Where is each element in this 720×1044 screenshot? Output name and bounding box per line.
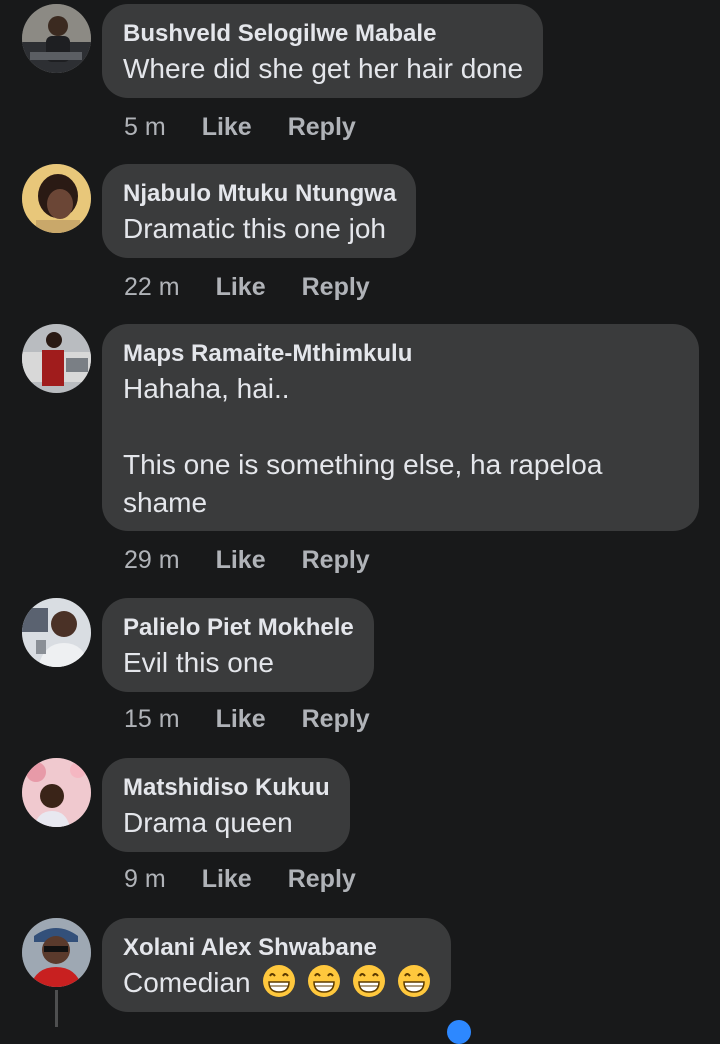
comment-author[interactable]: Palielo Piet Mokhele [123,612,354,644]
reply-button[interactable]: Reply [288,864,356,894]
reply-button[interactable]: Reply [302,272,370,302]
comment-bubble[interactable]: Matshidiso Kukuu Drama queen [102,758,350,852]
comment-timestamp[interactable]: 22 m [124,272,180,302]
avatar-photo-icon [22,918,91,987]
avatar[interactable] [22,164,91,233]
comment-actions: 5 m Like Reply [124,112,356,142]
like-button[interactable]: Like [202,112,252,142]
comment-text-content: Comedian [123,967,251,998]
like-button[interactable]: Like [216,545,266,575]
comment-bubble[interactable]: Palielo Piet Mokhele Evil this one [102,598,374,692]
comment-text: Comedian [123,964,431,1002]
reaction-badge [447,1020,471,1044]
comment-timestamp[interactable]: 5 m [124,112,166,142]
avatar[interactable] [22,758,91,827]
avatar[interactable] [22,598,91,667]
reply-button[interactable]: Reply [302,545,370,575]
comment-timestamp[interactable]: 9 m [124,864,166,894]
avatar-photo-icon [22,598,91,667]
like-button[interactable]: Like [202,864,252,894]
avatar-photo-icon [22,324,91,393]
comment-actions: 9 m Like Reply [124,864,356,894]
comment-timestamp[interactable]: 29 m [124,545,180,575]
comment-text: Evil this one [123,647,274,678]
comment-text: Dramatic this one joh [123,213,387,244]
comment-author[interactable]: Matshidiso Kukuu [123,772,330,804]
avatar-photo-icon [22,758,91,827]
comment-author[interactable]: Njabulo Mtuku Ntungwa [123,178,396,210]
comment-bubble[interactable]: Bushveld Selogilwe Mabale Where did she … [102,4,544,98]
comment-text: Drama queen [123,807,293,838]
comment-author[interactable]: Xolani Alex Shwabane [123,932,431,964]
like-button[interactable]: Like [216,704,266,734]
comment-actions: 15 m Like Reply [124,704,370,734]
reply-button[interactable]: Reply [288,112,356,142]
grinning-face-with-smiling-eyes-icon [307,964,341,998]
comment-text: Where did she get her hair done [123,53,524,84]
comment-author[interactable]: Maps Ramaite-Mthimkulu [123,338,679,370]
avatar[interactable] [22,918,91,987]
grinning-face-with-smiling-eyes-icon [397,964,431,998]
comment-bubble[interactable]: Maps Ramaite-Mthimkulu Hahaha, hai.. Thi… [102,324,699,531]
grinning-face-with-smiling-eyes-icon [352,964,386,998]
comment-author[interactable]: Bushveld Selogilwe Mabale [123,18,523,50]
avatar-photo-icon [22,164,91,233]
reply-thread-line [55,990,58,1027]
comment-actions: 29 m Like Reply [124,545,370,575]
like-button[interactable]: Like [216,272,266,302]
comment-bubble[interactable]: Njabulo Mtuku Ntungwa Dramatic this one … [102,164,417,258]
avatar-photo-icon [22,4,91,73]
avatar[interactable] [22,324,91,393]
grinning-face-with-smiling-eyes-icon [262,964,296,998]
comment-actions: 22 m Like Reply [124,272,370,302]
reply-button[interactable]: Reply [302,704,370,734]
comment-timestamp[interactable]: 15 m [124,704,180,734]
comment-bubble[interactable]: Xolani Alex Shwabane Comedian [102,918,451,1012]
avatar[interactable] [22,4,91,73]
comment-text: Hahaha, hai.. This one is something else… [123,373,603,518]
